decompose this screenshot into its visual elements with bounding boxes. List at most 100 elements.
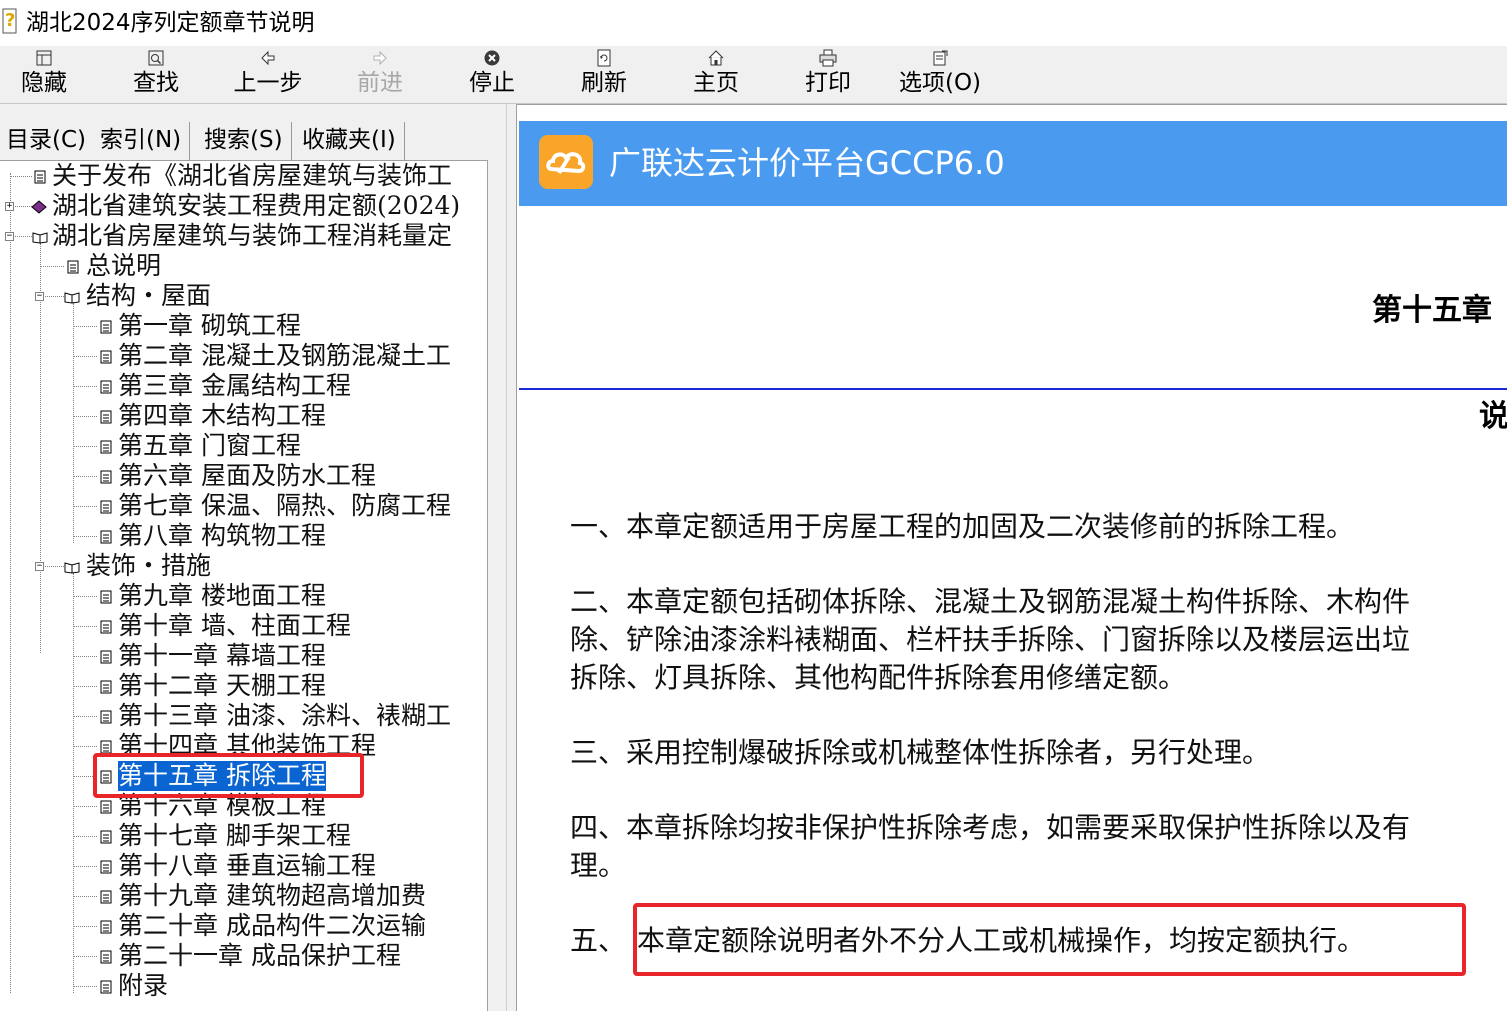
tree-item[interactable]: 湖北省房屋建筑与装饰工程消耗量定 bbox=[52, 221, 452, 251]
tree-item-chapter[interactable]: 第一章 砌筑工程 bbox=[118, 311, 301, 341]
tree-item[interactable]: 总说明 bbox=[86, 251, 161, 281]
find-button[interactable]: 查找 bbox=[100, 46, 212, 104]
tree-item-chapter[interactable]: 第十六章 模板工程 bbox=[118, 791, 326, 821]
tree-line bbox=[73, 926, 97, 927]
tree-item[interactable]: 装饰・措施 bbox=[86, 551, 211, 581]
tree-line bbox=[73, 326, 97, 327]
back-arrow-icon bbox=[261, 50, 275, 66]
refresh-button[interactable]: 刷新 bbox=[548, 46, 660, 104]
paragraph-4-line-2: 理。 bbox=[570, 849, 627, 882]
print-label: 打印 bbox=[805, 70, 851, 96]
collapse-toggle[interactable]: − bbox=[35, 562, 44, 571]
chapter-heading: 第十五章 bbox=[1372, 293, 1492, 328]
options-icon bbox=[933, 50, 948, 66]
stop-icon bbox=[484, 50, 500, 66]
page-icon bbox=[100, 440, 112, 454]
open-book-icon bbox=[64, 292, 80, 304]
print-button[interactable]: 打印 bbox=[772, 46, 884, 104]
tree-line bbox=[73, 746, 97, 747]
home-icon bbox=[708, 50, 724, 66]
closed-book-icon bbox=[31, 200, 47, 214]
forward-button[interactable]: 前进 bbox=[324, 46, 436, 104]
stop-button[interactable]: 停止 bbox=[436, 46, 548, 104]
tree-item-chapter[interactable]: 第四章 木结构工程 bbox=[118, 401, 326, 431]
forward-label: 前进 bbox=[357, 70, 403, 96]
home-button[interactable]: 主页 bbox=[660, 46, 772, 104]
tree-item-chapter[interactable]: 附录 bbox=[118, 971, 168, 1001]
page-icon bbox=[100, 740, 112, 754]
tree-item[interactable]: 结构・屋面 bbox=[86, 281, 211, 311]
toolbar: 隐藏 查找 上一步 前进 停止 刷新 主页 打印 选项(O) bbox=[0, 46, 1507, 104]
tree-item-chapter[interactable]: 第十四章 其他装饰工程 bbox=[118, 731, 376, 761]
tab-favorites[interactable]: 收藏夹(I) bbox=[296, 120, 405, 164]
tree-line bbox=[73, 536, 97, 537]
tree-line bbox=[73, 956, 97, 957]
paragraph-2-line-1: 二、本章定额包括砌体拆除、混凝土及钢筋混凝土构件拆除、木构件 bbox=[570, 585, 1411, 618]
tree-item-chapter[interactable]: 第八章 构筑物工程 bbox=[118, 521, 326, 551]
tab-index[interactable]: 索引(N) bbox=[94, 120, 191, 164]
paragraph-1: 一、本章定额适用于房屋工程的加固及二次装修前的拆除工程。 bbox=[570, 510, 1355, 543]
tree-item-selected[interactable]: 第十五章 拆除工程 bbox=[118, 761, 326, 791]
paragraph-2-line-3: 拆除、灯具拆除、其他构配件拆除套用修缮定额。 bbox=[570, 661, 1187, 694]
page-icon bbox=[100, 830, 112, 844]
pane-splitter[interactable] bbox=[506, 104, 516, 1011]
tree-line bbox=[73, 986, 97, 987]
tree-item-chapter[interactable]: 第十章 墙、柱面工程 bbox=[118, 611, 351, 641]
tree-scrollbar[interactable] bbox=[488, 160, 506, 1011]
tree-item-chapter[interactable]: 第五章 门窗工程 bbox=[118, 431, 301, 461]
paragraph-2-line-2: 除、铲除油漆涂料裱糊面、栏杆扶手拆除、门窗拆除以及楼层运出垃 bbox=[570, 623, 1411, 656]
tree-item-chapter[interactable]: 第九章 楼地面工程 bbox=[118, 581, 326, 611]
hide-label: 隐藏 bbox=[21, 70, 67, 96]
tree-item-chapter[interactable]: 第二十一章 成品保护工程 bbox=[118, 941, 401, 971]
options-button[interactable]: 选项(O) bbox=[884, 46, 996, 104]
tree-line bbox=[10, 173, 11, 993]
back-label: 上一步 bbox=[233, 70, 303, 96]
page-icon bbox=[100, 770, 112, 784]
page-icon bbox=[100, 680, 112, 694]
tree-item-chapter[interactable]: 第三章 金属结构工程 bbox=[118, 371, 351, 401]
page-icon bbox=[100, 350, 112, 364]
tree-item[interactable]: 湖北省建筑安装工程费用定额(2024) bbox=[52, 191, 460, 221]
tree-item[interactable]: 关于发布《湖北省房屋建筑与装饰工 bbox=[52, 161, 452, 191]
tree-item-chapter[interactable]: 第十三章 油漆、涂料、裱糊工 bbox=[118, 701, 451, 731]
tab-index-label: 索引(N) bbox=[100, 127, 182, 153]
expand-toggle[interactable]: + bbox=[5, 202, 14, 211]
tree-item-chapter[interactable]: 第七章 保温、隔热、防腐工程 bbox=[118, 491, 451, 521]
open-book-icon bbox=[32, 232, 48, 244]
tree-item-chapter[interactable]: 第十八章 垂直运输工程 bbox=[118, 851, 376, 881]
svg-text:?: ? bbox=[5, 10, 15, 31]
tab-contents-label: 目录(C) bbox=[6, 127, 87, 153]
open-book-icon bbox=[64, 562, 80, 574]
tree-item-chapter[interactable]: 第十九章 建筑物超高增加费 bbox=[118, 881, 426, 911]
tree-line bbox=[10, 176, 32, 177]
contents-tree[interactable]: + − − − 关于发布《湖北省房屋建筑与装饰工 湖北省建筑安装工程费用定额(2… bbox=[0, 160, 488, 1011]
tree-item-chapter[interactable]: 第十七章 脚手架工程 bbox=[118, 821, 351, 851]
tree-line bbox=[73, 303, 74, 543]
tree-line bbox=[73, 866, 97, 867]
tree-line bbox=[73, 686, 97, 687]
collapse-toggle[interactable]: − bbox=[5, 232, 14, 241]
refresh-label: 刷新 bbox=[581, 70, 627, 96]
page-icon bbox=[100, 500, 112, 514]
paragraph-3: 三、采用控制爆破拆除或机械整体性拆除者，另行处理。 bbox=[570, 736, 1271, 769]
tree-line bbox=[73, 416, 97, 417]
collapse-toggle[interactable]: − bbox=[35, 292, 44, 301]
hide-button[interactable]: 隐藏 bbox=[0, 46, 100, 104]
refresh-icon bbox=[597, 49, 611, 67]
tree-item-chapter[interactable]: 第十一章 幕墙工程 bbox=[118, 641, 326, 671]
content-pane: 广联达云计价平台GCCP6.0 第十五章 说 一、本章定额适用于房屋工程的加固及… bbox=[516, 104, 1507, 1011]
page-icon bbox=[100, 380, 112, 394]
page-icon bbox=[34, 170, 46, 184]
cloud-logo-icon bbox=[539, 135, 593, 189]
tree-item-chapter[interactable]: 第十二章 天棚工程 bbox=[118, 671, 326, 701]
tree-item-chapter[interactable]: 第六章 屋面及防水工程 bbox=[118, 461, 376, 491]
tree-line bbox=[40, 266, 64, 267]
tree-item-chapter[interactable]: 第二章 混凝土及钢筋混凝土工 bbox=[118, 341, 451, 371]
tab-search[interactable]: 搜索(S) bbox=[198, 120, 292, 164]
tree-line bbox=[73, 656, 97, 657]
back-button[interactable]: 上一步 bbox=[212, 46, 324, 104]
page-icon bbox=[100, 590, 112, 604]
paragraph-5-number: 五、 bbox=[570, 924, 627, 957]
tab-contents[interactable]: 目录(C) bbox=[0, 120, 96, 164]
tree-item-chapter[interactable]: 第二十章 成品构件二次运输 bbox=[118, 911, 426, 941]
